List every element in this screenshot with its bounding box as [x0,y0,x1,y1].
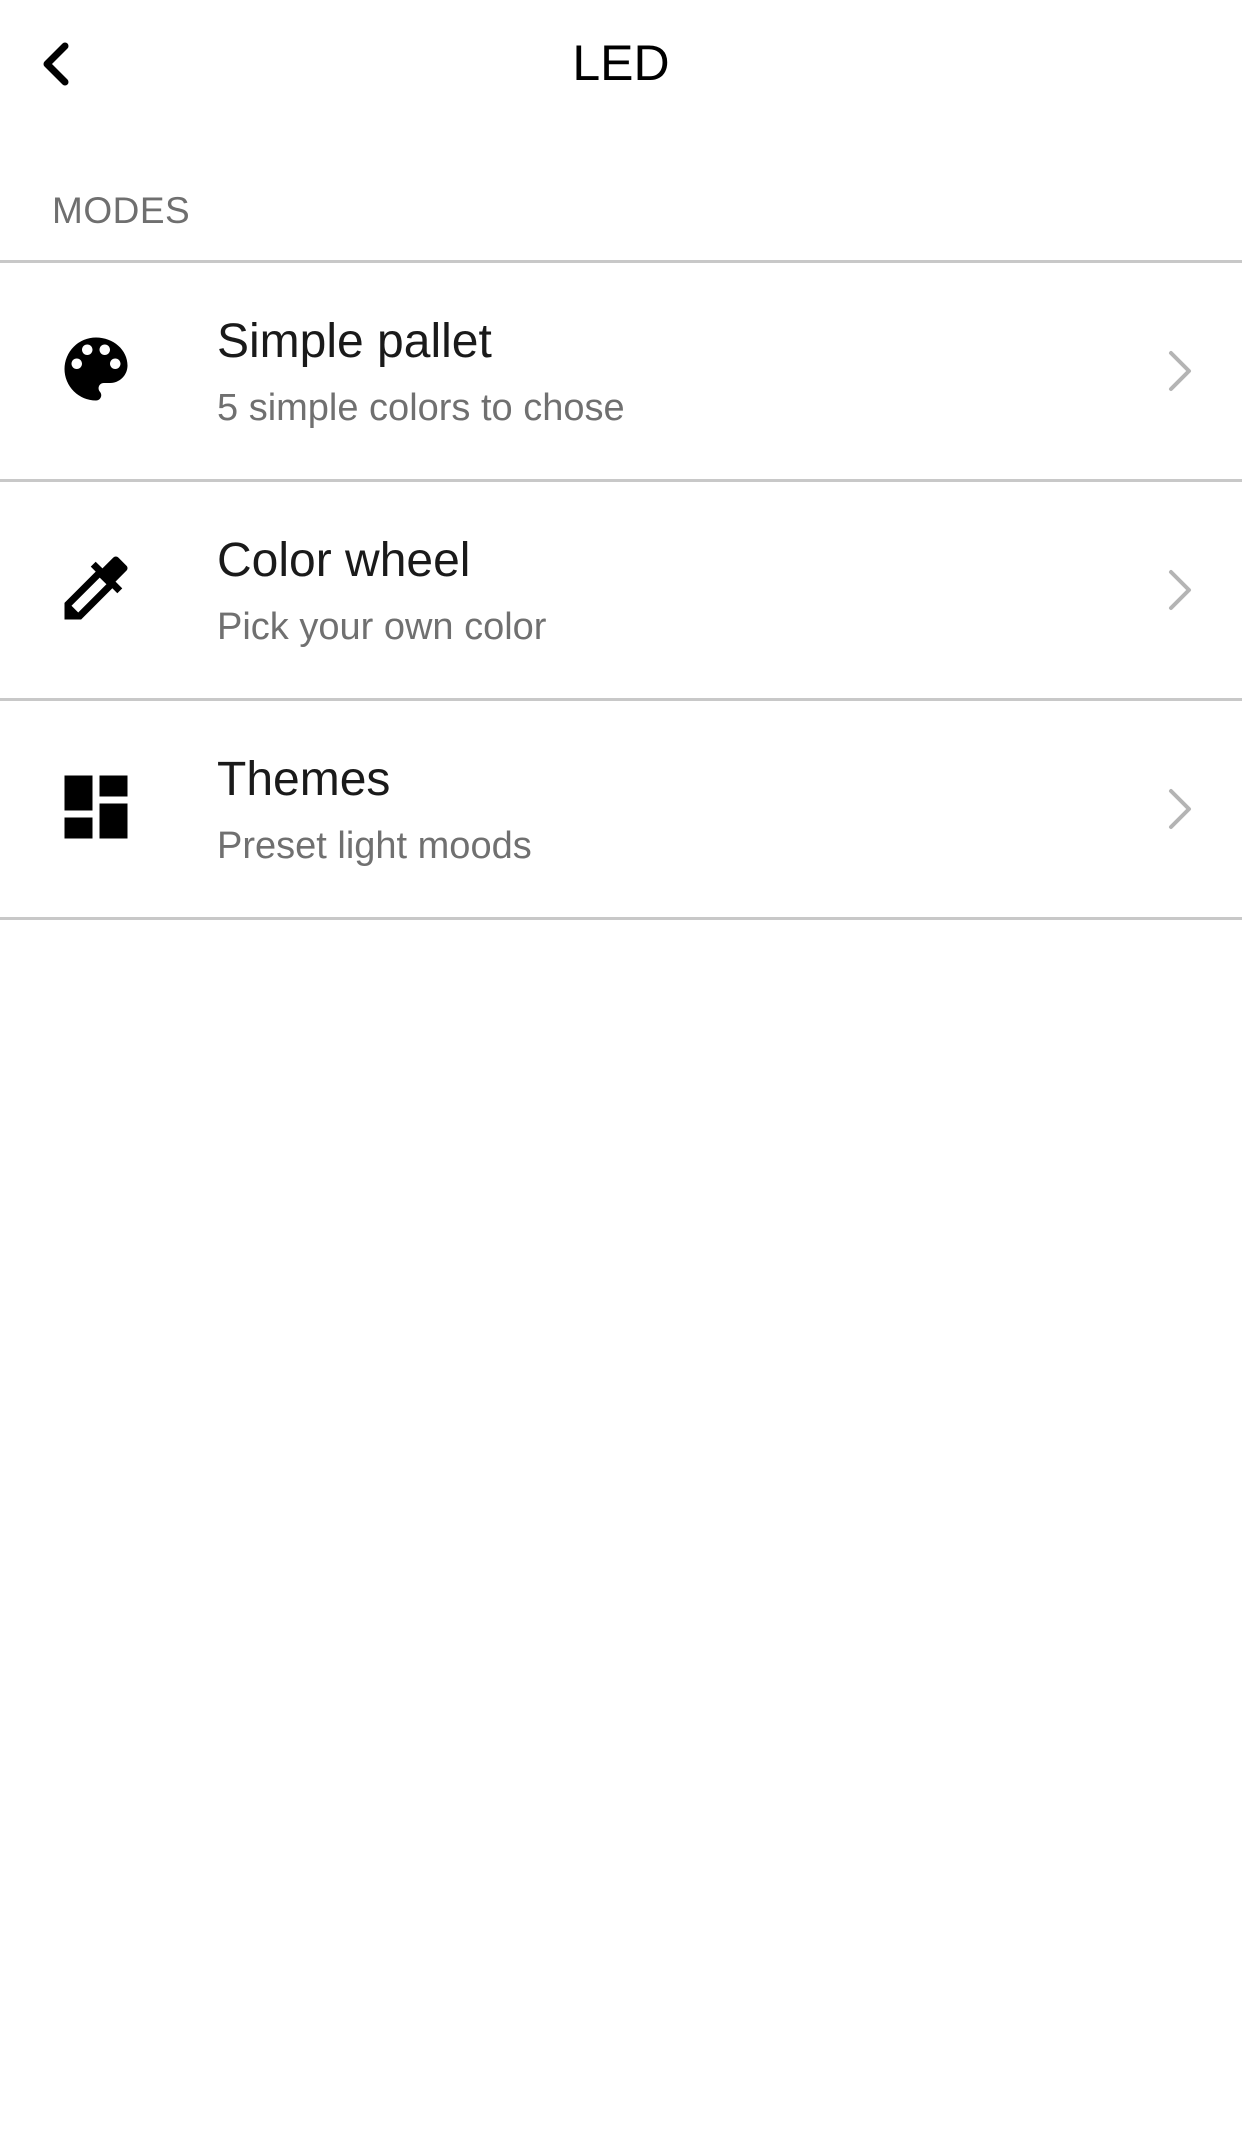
item-subtitle: Preset light moods [217,825,532,867]
chevron-right-icon [1160,781,1200,837]
dashboard-icon [54,765,138,849]
item-title: Themes [217,753,391,806]
section-header-modes: MODES [52,190,191,231]
eyedropper-icon [54,546,138,630]
list-item-themes[interactable]: Themes Preset light moods [0,701,1242,920]
modes-list: Simple pallet 5 simple colors to chose C… [0,260,1242,920]
chevron-right-icon [1160,343,1200,399]
list-item-simple-pallet[interactable]: Simple pallet 5 simple colors to chose [0,263,1242,482]
item-title: Color wheel [217,534,471,587]
item-title: Simple pallet [217,315,492,368]
item-subtitle: Pick your own color [217,606,547,648]
app-header: LED [0,0,1242,128]
item-subtitle: 5 simple colors to chose [217,387,625,429]
page-title: LED [572,35,670,91]
chevron-right-icon [1160,562,1200,618]
palette-icon [54,327,138,411]
list-item-color-wheel[interactable]: Color wheel Pick your own color [0,482,1242,701]
